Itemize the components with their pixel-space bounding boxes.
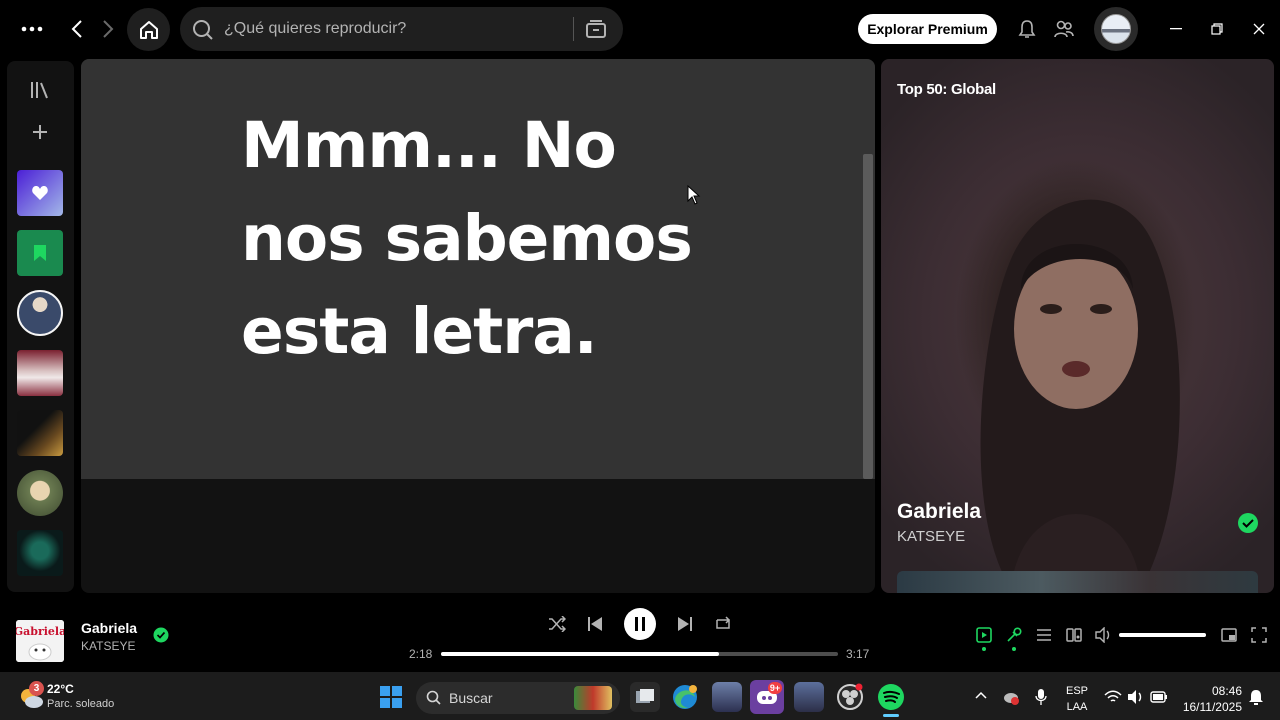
artist-video-canvas (980, 199, 1180, 589)
task-view-icon[interactable] (630, 682, 660, 712)
battery-icon[interactable] (1150, 690, 1168, 704)
search-icon (193, 20, 213, 40)
app-window-icon-2[interactable] (794, 682, 824, 712)
app-window-icon[interactable] (712, 682, 742, 712)
pause-icon (635, 617, 645, 631)
weather-description[interactable]: Parc. soleado (47, 698, 114, 710)
saved-check-icon[interactable] (153, 627, 169, 643)
artist-name[interactable]: KATSEYE (897, 528, 965, 545)
heart-icon (32, 186, 48, 200)
previous-icon[interactable] (585, 614, 605, 634)
artist-avatar-item[interactable] (17, 290, 63, 336)
bookmark-icon (34, 245, 46, 261)
fullscreen-icon[interactable] (1250, 626, 1268, 644)
queue-icon[interactable] (1035, 626, 1053, 644)
home-button[interactable] (127, 8, 170, 51)
progress-fill (441, 652, 719, 656)
taskbar-search-label: Buscar (449, 690, 493, 706)
search-input[interactable]: ¿Qué quieres reproducir? (224, 20, 406, 38)
obs-icon[interactable] (835, 682, 865, 712)
cloud-icon[interactable] (1002, 688, 1020, 706)
speaker-icon[interactable] (1127, 689, 1145, 705)
baroque-playlist-item[interactable] (17, 410, 63, 456)
repeat-icon[interactable] (713, 614, 733, 634)
notifications-icon[interactable] (1249, 689, 1263, 705)
forward-arrow-icon[interactable] (97, 17, 119, 41)
scrollbar[interactable] (863, 154, 873, 479)
weather-temperature[interactable]: 22°C (47, 682, 74, 696)
back-arrow-icon[interactable] (66, 17, 88, 41)
total-time: 3:17 (846, 647, 870, 661)
elapsed-time: 2:18 (409, 647, 433, 661)
language-code[interactable]: ESP (1063, 685, 1091, 697)
microphone-icon[interactable] (1035, 688, 1047, 706)
discord-badge: 9+ (768, 682, 782, 694)
album-cover[interactable]: Gabriela (16, 620, 64, 662)
friends-activity-icon[interactable] (1053, 18, 1075, 40)
clock-time[interactable]: 08:46 (1176, 684, 1242, 698)
svg-text:Gabriela: Gabriela (16, 625, 64, 638)
avatar (1101, 14, 1131, 44)
search-highlight-image (574, 686, 612, 710)
home-icon (139, 20, 158, 39)
taskbar-search[interactable]: Buscar (416, 682, 620, 714)
active-indicator (1012, 647, 1016, 651)
lyrics-panel: Mmm... No nos sabemos esta letra. (81, 59, 875, 479)
volume-slider[interactable] (1119, 633, 1206, 637)
profile-avatar-button[interactable] (1094, 7, 1138, 51)
search-icon (426, 690, 441, 705)
volume-icon[interactable] (1095, 626, 1113, 644)
minimize-icon[interactable] (1166, 20, 1186, 38)
player-song-title[interactable]: Gabriela (81, 620, 137, 636)
now-playing-view-icon[interactable] (975, 626, 993, 644)
edge-browser-icon[interactable] (670, 682, 700, 712)
weather-badge: 3 (29, 681, 44, 696)
search-bar[interactable]: ¿Qué quieres reproducir? (180, 7, 623, 51)
now-playing-panel: Top 50: Global Gabriela KATSEYE (881, 59, 1274, 593)
more-options-icon[interactable] (20, 18, 44, 40)
next-icon[interactable] (675, 614, 695, 634)
spotify-icon[interactable] (876, 682, 906, 712)
browse-icon[interactable] (584, 17, 608, 41)
progress-bar[interactable] (441, 652, 838, 656)
connect-device-icon[interactable] (1065, 626, 1083, 644)
search-divider (573, 17, 574, 41)
restore-icon[interactable] (1207, 20, 1227, 38)
playlist-title[interactable]: Top 50: Global (897, 81, 996, 98)
pause-button[interactable] (624, 608, 656, 640)
player-bar: Gabriela Gabriela KATSEYE 2:18 3:17 (0, 596, 1280, 672)
wifi-icon[interactable] (1104, 690, 1122, 704)
miniplayer-icon[interactable] (1220, 626, 1238, 644)
shuffle-icon[interactable] (547, 614, 567, 634)
keyboard-layout[interactable]: LAA (1063, 701, 1091, 713)
mouse-cursor-icon (687, 185, 701, 205)
library-sidebar (7, 61, 74, 592)
your-episodes-item[interactable] (17, 230, 63, 276)
artist-thumbnail[interactable] (897, 571, 1258, 593)
close-icon[interactable] (1249, 20, 1269, 38)
player-artist-name[interactable]: KATSEYE (81, 639, 135, 653)
create-playlist-icon[interactable] (17, 109, 63, 155)
library-icon[interactable] (17, 67, 63, 113)
chevron-up-icon[interactable] (975, 691, 987, 699)
active-indicator (982, 647, 986, 651)
playlist-cover-item[interactable] (17, 350, 63, 396)
explore-premium-button[interactable]: Explorar Premium (858, 14, 997, 44)
main-view: Mmm... No nos sabemos esta letra. (81, 59, 875, 593)
liked-songs-item[interactable] (17, 170, 63, 216)
saved-check-icon[interactable] (1237, 512, 1259, 534)
lyrics-unavailable-message: Mmm... No nos sabemos esta letra. (241, 109, 693, 368)
lyrics-mic-icon[interactable] (1005, 626, 1023, 644)
bell-icon[interactable] (1016, 18, 1038, 40)
volume-fill (1119, 633, 1206, 637)
song-title[interactable]: Gabriela (897, 500, 981, 524)
clock-date[interactable]: 16/11/2025 (1176, 700, 1242, 714)
windows-start-icon[interactable] (380, 686, 402, 708)
playlist-cover-item-2[interactable] (17, 530, 63, 576)
artist-avatar-item-2[interactable] (17, 470, 63, 516)
top-bar: ¿Qué quieres reproducir? Explorar Premiu… (0, 0, 1280, 58)
active-app-indicator (883, 714, 899, 717)
